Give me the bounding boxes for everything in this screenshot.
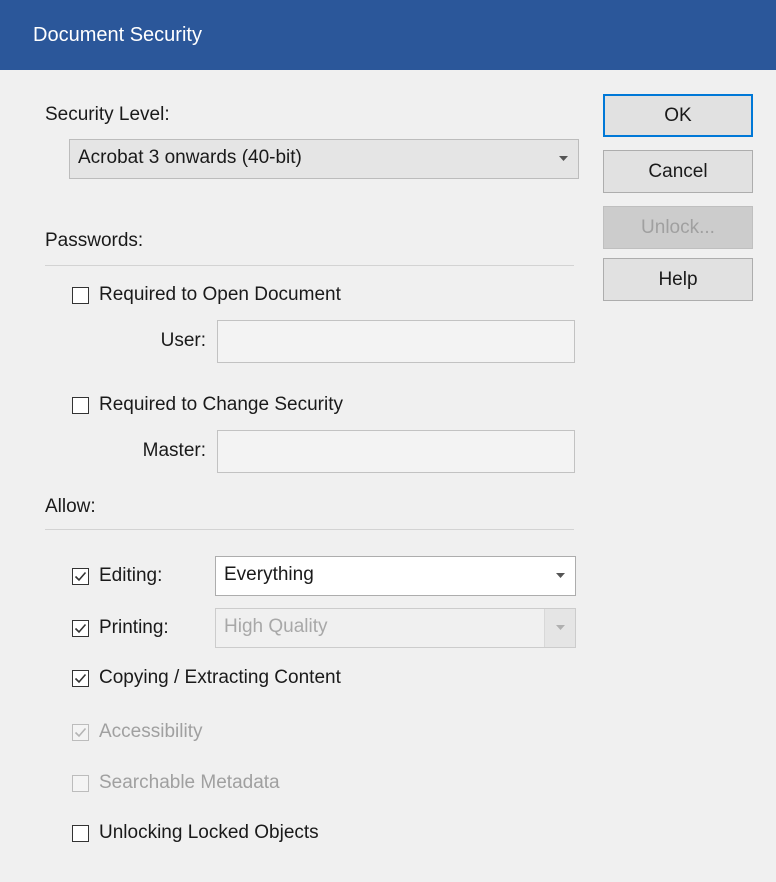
checkmark-icon <box>74 623 87 634</box>
security-level-select[interactable]: Acrobat 3 onwards (40-bit) <box>69 139 579 179</box>
editing-select-value: Everything <box>224 564 314 585</box>
editing-checkbox[interactable] <box>72 568 89 585</box>
security-level-value: Acrobat 3 onwards (40-bit) <box>78 147 302 168</box>
master-password-label: Master: <box>142 440 206 461</box>
printing-select-value: High Quality <box>224 616 328 637</box>
checkmark-icon <box>74 673 87 684</box>
open-document-label: Required to Open Document <box>99 284 341 305</box>
unlock-button[interactable]: Unlock... <box>603 206 753 249</box>
help-button[interactable]: Help <box>603 258 753 301</box>
chevron-down-icon <box>544 609 575 647</box>
open-document-checkbox[interactable] <box>72 287 89 304</box>
checkmark-icon <box>74 571 87 582</box>
dialog-title: Document Security <box>33 24 202 46</box>
copying-label: Copying / Extracting Content <box>99 667 341 688</box>
editing-label: Editing: <box>99 565 163 586</box>
ok-button[interactable]: OK <box>603 94 753 137</box>
security-level-label: Security Level: <box>45 104 170 125</box>
printing-checkbox[interactable] <box>72 620 89 637</box>
passwords-label: Passwords: <box>45 230 144 251</box>
passwords-divider <box>45 265 574 266</box>
searchable-metadata-checkbox[interactable] <box>72 775 89 792</box>
cancel-button[interactable]: Cancel <box>603 150 753 193</box>
allow-divider <box>45 529 574 530</box>
printing-select[interactable]: High Quality <box>215 608 576 648</box>
accessibility-label: Accessibility <box>99 721 203 742</box>
user-password-label: User: <box>160 330 206 351</box>
change-security-checkbox[interactable] <box>72 397 89 414</box>
accessibility-checkbox[interactable] <box>72 724 89 741</box>
printing-label: Printing: <box>99 617 169 638</box>
chevron-down-icon <box>545 557 575 595</box>
unlocking-locked-objects-checkbox[interactable] <box>72 825 89 842</box>
checkmark-icon <box>74 727 87 738</box>
user-password-field[interactable] <box>217 320 575 363</box>
unlocking-locked-objects-label: Unlocking Locked Objects <box>99 822 319 843</box>
searchable-metadata-label: Searchable Metadata <box>99 772 280 793</box>
allow-label: Allow: <box>45 496 96 517</box>
dialog-title-bar[interactable]: Document Security <box>0 0 776 70</box>
editing-select[interactable]: Everything <box>215 556 576 596</box>
master-password-field[interactable] <box>217 430 575 473</box>
copying-checkbox[interactable] <box>72 670 89 687</box>
change-security-label: Required to Change Security <box>99 394 343 415</box>
chevron-down-icon <box>548 140 578 178</box>
